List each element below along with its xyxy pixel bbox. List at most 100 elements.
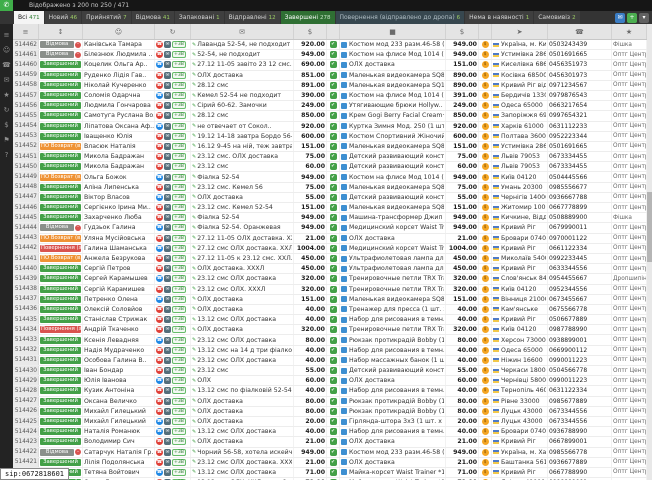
delivery-status-icon[interactable]: ✔ <box>330 163 337 170</box>
status-cell[interactable]: Завершений – <box>39 193 83 202</box>
delivery-status-icon[interactable]: ✔ <box>330 224 337 231</box>
status-cell[interactable]: ПО Возврат (в.. – <box>39 172 83 181</box>
comment-cell[interactable]: ✎ ОЛХ доставка <box>191 407 294 416</box>
product-cell[interactable]: Детский развивающий констр. <box>340 366 446 375</box>
chat-icon[interactable]: ✉ <box>164 357 171 364</box>
delivery-status-icon[interactable]: ✔ <box>330 235 337 242</box>
call-icon[interactable]: ☎ <box>156 449 163 456</box>
payment-status-icon[interactable]: $ <box>482 357 489 364</box>
status-badge[interactable]: Завершений <box>40 367 81 374</box>
refresh-icon[interactable]: ↻ <box>4 107 10 114</box>
payment-status-icon[interactable]: $ <box>482 204 489 211</box>
chat-icon[interactable]: ✉ <box>164 428 171 435</box>
status-badge[interactable]: Завершений <box>40 72 81 79</box>
edit-comment-icon[interactable]: ✎ <box>192 93 196 99</box>
edit-comment-icon[interactable]: ✎ <box>192 245 196 251</box>
payment-status-icon[interactable]: $ <box>482 184 489 191</box>
chat-icon[interactable]: ✉ <box>164 459 171 466</box>
product-cell[interactable]: Костюм на флисе Мод 1014 (1к <box>340 172 446 181</box>
binotel-badge[interactable]: +3В <box>172 153 186 160</box>
delivery-status-icon[interactable]: ✔ <box>330 357 337 364</box>
status-badge[interactable]: Завершений <box>40 296 81 303</box>
product-cell[interactable]: ОЛХ доставка <box>340 437 446 446</box>
edit-comment-icon[interactable]: ✎ <box>192 184 196 190</box>
status-cell[interactable]: Завершений – <box>39 356 83 365</box>
call-icon[interactable]: ☎ <box>156 438 163 445</box>
binotel-badge[interactable]: +3В <box>172 387 186 394</box>
call-icon[interactable]: ☎ <box>156 174 163 181</box>
payment-status-icon[interactable]: $ <box>482 235 489 242</box>
delivery-status-icon[interactable]: ✔ <box>330 82 337 89</box>
binotel-badge[interactable]: +3В <box>172 408 186 415</box>
table-row[interactable]: 514458 Завершений – Ніколай Кучеренко ☎ … <box>13 81 647 91</box>
product-cell[interactable]: Маленькая видеокамера SQ8 + <box>340 142 446 151</box>
comment-cell[interactable]: ✎ 13.12 смс ОЛХ доставка <box>191 427 294 436</box>
chat-icon[interactable]: ✉ <box>164 112 171 119</box>
comment-cell[interactable]: ✎ Чорний 56-58, хотела искейч.. <box>191 448 294 457</box>
product-cell[interactable]: Маленькая видеокамера SQ8 (1 <box>340 71 446 80</box>
binotel-badge[interactable]: +3В <box>172 255 186 262</box>
edit-comment-icon[interactable]: ✎ <box>192 419 196 425</box>
comment-cell[interactable]: ✎ 28.12 смс <box>191 81 294 90</box>
call-icon[interactable]: ☎ <box>156 41 163 48</box>
payment-status-icon[interactable]: $ <box>482 316 489 323</box>
comment-cell[interactable]: ✎ 27.12 11-05 ОЛХ доставка. ХХЛ <box>191 234 294 243</box>
product-cell[interactable]: Медицинский корсет Waist Trai <box>340 244 446 253</box>
product-cell[interactable]: Набор для рисования в темн. <box>340 346 446 355</box>
comment-cell[interactable]: ✎ 19.12 14-18 завтра Бордо 56-58 <box>191 132 294 141</box>
comment-cell[interactable]: ✎ ОЛХ доставка <box>191 71 294 80</box>
status-cell[interactable]: Відмова – <box>39 448 83 457</box>
status-cell[interactable]: Завершений – <box>39 122 83 131</box>
product-cell[interactable]: Тренировочные петли TRX Train <box>340 325 446 334</box>
edit-comment-icon[interactable]: ✎ <box>192 266 196 272</box>
status-badge[interactable]: Завершений <box>40 204 81 211</box>
edit-comment-icon[interactable]: ✎ <box>192 449 196 455</box>
edit-comment-icon[interactable]: ✎ <box>192 133 196 139</box>
edit-comment-icon[interactable]: ✎ <box>192 123 196 129</box>
table-row[interactable]: 514459 Завершений – Руденко Лідія Гав.. … <box>13 71 647 81</box>
status-badge[interactable]: Завершений <box>40 102 81 109</box>
edit-comment-icon[interactable]: ✎ <box>192 205 196 211</box>
chat-icon[interactable]: ✉ <box>164 316 171 323</box>
delivery-status-icon[interactable]: ✔ <box>330 398 337 405</box>
chat-icon[interactable]: ✉ <box>164 143 171 150</box>
table-row[interactable]: 514433 Завершений – Ксенія Левадняя ☎ ✉ … <box>13 335 647 345</box>
delivery-status-icon[interactable]: ✔ <box>330 265 337 272</box>
call-icon[interactable]: ☎ <box>156 153 163 160</box>
delivery-status-icon[interactable]: ✔ <box>330 102 337 109</box>
status-badge[interactable]: Завершений <box>40 92 81 99</box>
delivery-status-icon[interactable]: ✔ <box>330 286 337 293</box>
product-cell[interactable]: ОЛХ доставка <box>340 376 446 385</box>
call-icon[interactable]: ☎ <box>156 398 163 405</box>
chat-icon[interactable]: ✉ <box>164 214 171 221</box>
payment-status-icon[interactable]: $ <box>482 469 489 476</box>
comment-cell[interactable]: ✎ Фіалка 52-54 <box>191 213 294 222</box>
status-cell[interactable]: Завершений – <box>39 132 83 141</box>
status-cell[interactable]: Завершений – <box>39 213 83 222</box>
table-row[interactable]: 514456 Завершений – Людмила Гончарова ☎ … <box>13 101 647 111</box>
product-cell[interactable]: Набор для рисования в темн. <box>340 386 446 395</box>
status-badge[interactable]: Повернення (з.. <box>40 326 81 333</box>
binotel-badge[interactable]: +3В <box>172 143 186 150</box>
payment-status-icon[interactable]: $ <box>482 398 489 405</box>
status-tab[interactable]: Самовивіз 2 <box>534 11 579 24</box>
edit-comment-icon[interactable]: ✎ <box>192 174 196 180</box>
table-row[interactable]: 514455 Завершений – Самотуга Руслана Во.… <box>13 111 647 121</box>
comment-cell[interactable]: ✎ 23.12 смс. Кемел 52-54 <box>191 203 294 212</box>
comment-cell[interactable]: ✎ ОЛХ доставка <box>191 295 294 304</box>
payment-status-icon[interactable]: $ <box>482 428 489 435</box>
comment-cell[interactable]: ✎ 52-54, не подходит <box>191 50 294 59</box>
binotel-badge[interactable]: +3В <box>172 92 186 99</box>
table-row[interactable]: 514424 Завершений – Наталія Романюк ☎ ✉ … <box>13 427 647 437</box>
status-cell[interactable]: Відмова – <box>39 40 83 49</box>
delivery-status-icon[interactable]: ✔ <box>330 61 337 68</box>
status-badge[interactable]: ПО Возврат (в.. <box>40 255 81 262</box>
chat-icon[interactable]: ✉ <box>164 438 171 445</box>
status-badge[interactable]: Завершений <box>40 306 81 313</box>
chat-icon[interactable]: ✉ <box>164 153 171 160</box>
comment-cell[interactable]: ✎ 13.12 смс на 14 д три фіалкові <box>191 346 294 355</box>
binotel-badge[interactable]: +3В <box>172 194 186 201</box>
edit-comment-icon[interactable]: ✎ <box>192 215 196 221</box>
product-cell[interactable]: Утягивающие брюки Hollyw.. <box>340 101 446 110</box>
status-badge[interactable]: Відмова <box>40 224 74 231</box>
